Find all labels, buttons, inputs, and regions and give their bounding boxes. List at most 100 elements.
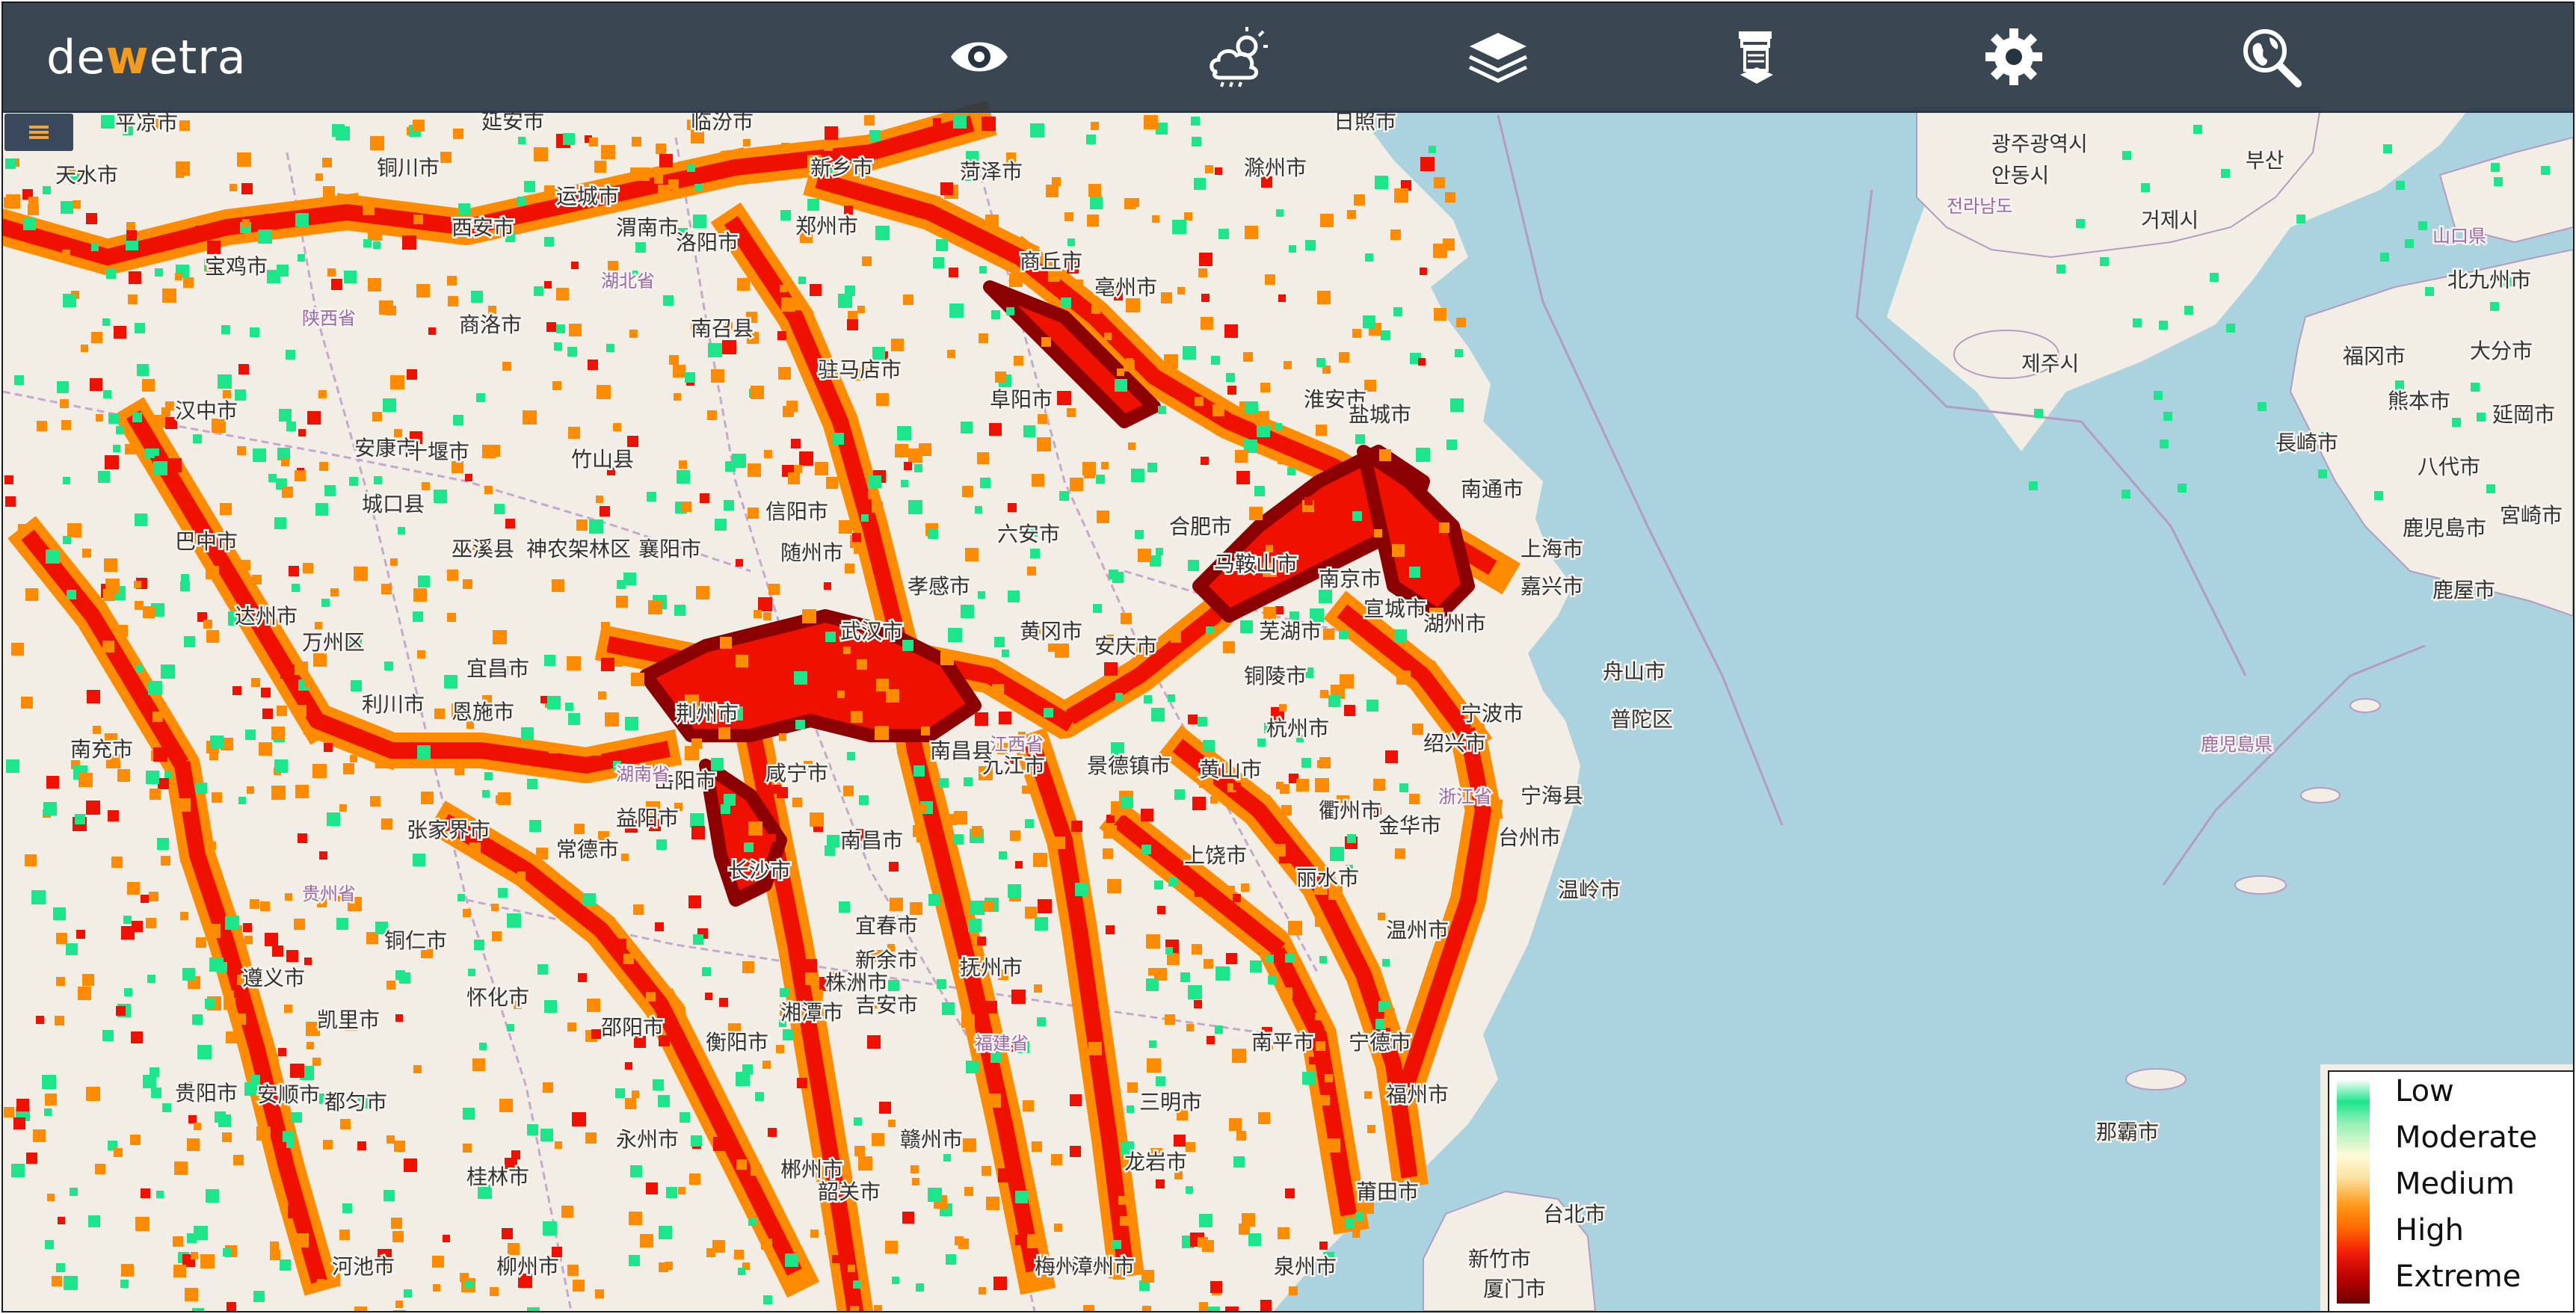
place-label: 都匀市 xyxy=(324,1090,387,1114)
hazard-cell xyxy=(127,882,140,895)
weather-button[interactable] xyxy=(1201,19,1275,94)
hazard-cell xyxy=(613,423,621,431)
hazard-cell xyxy=(869,130,881,141)
hazard-cell xyxy=(1103,825,1117,839)
hazard-cell xyxy=(687,164,695,172)
hazard-cell xyxy=(914,464,922,472)
hazard-cell xyxy=(1138,549,1151,562)
hazard-cell xyxy=(90,378,102,391)
place-label: 孝感市 xyxy=(908,574,970,599)
hazard-cell xyxy=(858,1156,872,1170)
hazard-cell xyxy=(1409,567,1420,578)
hazard-cell xyxy=(192,1014,203,1025)
hazard-cell xyxy=(768,834,776,842)
risk-map[interactable]: 平凉市 延安市 临汾市 新乡市 菏泽市 滁州市 日照市 광주광역시 부산 天水市 铜川市 运城市 郑州市… xyxy=(3,3,2573,1311)
hazard-cell xyxy=(111,857,123,868)
place-label: 绍兴市 xyxy=(1423,731,1486,756)
hazard-cell xyxy=(132,413,142,422)
hazard-cell xyxy=(601,658,614,671)
hazard-cell xyxy=(948,628,962,642)
place-label: 株洲市 xyxy=(825,970,888,995)
hazard-cell xyxy=(404,1289,412,1298)
hazard-cell xyxy=(751,1165,762,1176)
hazard-cell xyxy=(780,210,791,220)
layer-menu-button[interactable] xyxy=(4,114,73,151)
layers-button[interactable] xyxy=(1461,19,1535,94)
hazard-cell xyxy=(2154,391,2163,400)
place-label: 温州市 xyxy=(1386,918,1449,943)
hazard-cell xyxy=(680,1112,690,1123)
hazard-cell xyxy=(492,931,502,941)
hazard-cell xyxy=(206,566,219,579)
hazard-cell xyxy=(1121,613,1132,624)
hazard-cell xyxy=(192,1308,204,1311)
hazard-cell xyxy=(108,413,119,424)
hazard-cell xyxy=(1008,884,1021,898)
hazard-cell xyxy=(1258,1112,1270,1124)
hazard-cell xyxy=(1206,626,1213,634)
hazard-cell xyxy=(370,136,384,150)
hazard-cell xyxy=(463,579,472,589)
hazard-cell xyxy=(390,375,404,389)
hazard-cell xyxy=(284,1005,292,1013)
hazard-cell xyxy=(1027,567,1036,576)
view-button[interactable] xyxy=(942,19,1017,94)
hazard-cell xyxy=(792,798,802,807)
hazard-cell xyxy=(914,699,922,707)
hazard-cell xyxy=(1011,990,1026,1004)
documents-button[interactable] xyxy=(1719,19,1794,94)
hazard-cell xyxy=(1281,805,1292,815)
hazard-cell xyxy=(2405,239,2414,248)
document-stack-icon xyxy=(1739,31,1773,84)
map-canvas[interactable]: 平凉市 延安市 临汾市新乡市 菏泽市 滁州市日照市광주광역시부산天水市 铜川市运城市郑州市… xyxy=(3,3,2573,1311)
hazard-cell xyxy=(1433,244,1447,258)
hazard-cell xyxy=(151,1088,161,1098)
place-label: 전라남도 xyxy=(1947,196,2012,217)
hazard-cell xyxy=(318,390,327,398)
hazard-cell xyxy=(482,790,490,798)
hazard-cell xyxy=(463,1108,475,1120)
hazard-cell xyxy=(1192,137,1201,146)
hazard-cell xyxy=(825,126,838,140)
hazard-cell xyxy=(632,137,641,146)
hazard-cell xyxy=(1239,1224,1250,1235)
hazard-cell xyxy=(678,1187,685,1194)
hazard-cell xyxy=(1156,1179,1165,1188)
hazard-cell xyxy=(315,503,328,516)
hazard-cell xyxy=(245,730,256,740)
hazard-cell xyxy=(262,709,273,719)
hazard-cell xyxy=(5,158,16,169)
legend-item-low: Low xyxy=(2395,1074,2454,1108)
hazard-cell xyxy=(659,1226,672,1239)
hazard-cell xyxy=(527,779,537,789)
place-label: 抚州市 xyxy=(960,955,1023,980)
hazard-cell xyxy=(673,365,685,377)
hazard-cell xyxy=(783,406,794,417)
hazard-cell xyxy=(1126,358,1133,365)
hazard-cell xyxy=(1112,1240,1121,1249)
search-location-button[interactable] xyxy=(2234,19,2308,94)
place-label: 陕西省 xyxy=(302,308,356,329)
hazard-cell xyxy=(1148,968,1156,975)
hazard-cell xyxy=(705,993,712,1000)
hazard-cell xyxy=(125,444,135,454)
hazard-cell xyxy=(418,576,430,587)
hazard-cell xyxy=(1223,641,1235,653)
hazard-cell xyxy=(205,999,215,1009)
hazard-cell xyxy=(595,1289,604,1298)
hazard-cell xyxy=(1198,717,1207,727)
hazard-cell xyxy=(725,461,736,472)
hazard-cell xyxy=(1227,386,1236,395)
hazard-cell xyxy=(102,318,110,326)
hazard-cell xyxy=(135,323,145,333)
hazard-cell xyxy=(33,1129,46,1142)
hazard-cell xyxy=(1289,1286,1298,1295)
hazard-cell xyxy=(1320,690,1328,698)
hazard-cell xyxy=(1183,346,1196,360)
hazard-cell xyxy=(288,1205,301,1218)
hazard-cell xyxy=(153,747,167,762)
hazard-cell xyxy=(1032,474,1044,487)
hazard-cell xyxy=(1378,913,1385,920)
hazard-cell xyxy=(463,1144,472,1153)
settings-button[interactable] xyxy=(1976,19,2051,94)
